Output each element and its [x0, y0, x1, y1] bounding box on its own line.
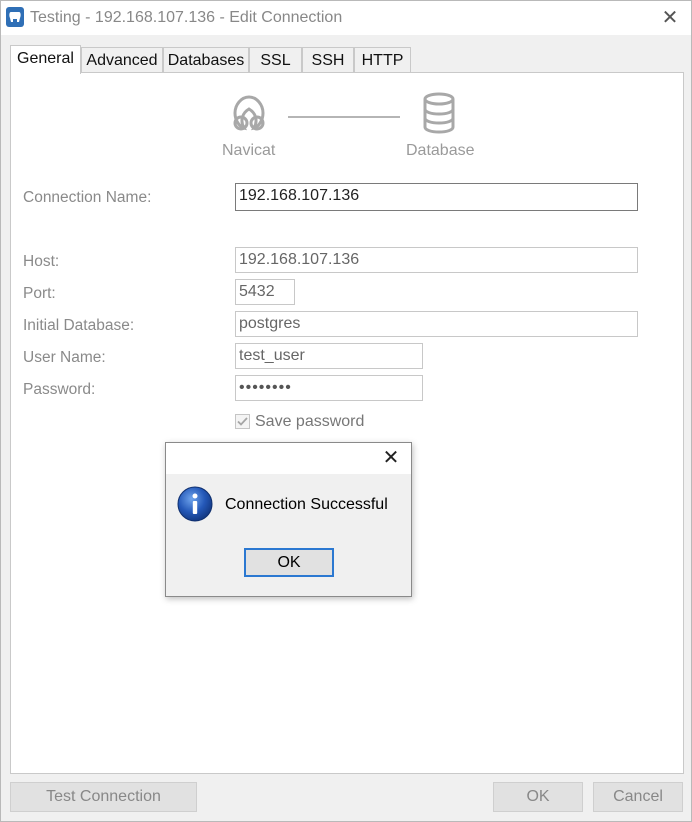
- initial-database-label: Initial Database:: [23, 317, 135, 334]
- host-label: Host:: [23, 253, 60, 270]
- connection-line: [288, 116, 400, 118]
- postgresql-elephant-icon: [6, 7, 24, 27]
- connection-name-label: Connection Name:: [23, 189, 152, 206]
- tab-ssh[interactable]: SSH: [302, 47, 354, 73]
- dialog-ok-button[interactable]: OK: [244, 548, 334, 577]
- checkmark-icon: [237, 417, 248, 426]
- ok-button[interactable]: OK: [493, 782, 583, 812]
- tab-general[interactable]: General: [10, 45, 81, 74]
- connection-name-input[interactable]: 192.168.107.136: [235, 183, 638, 211]
- database-icon: [422, 92, 456, 138]
- info-icon: [176, 485, 214, 527]
- save-password-checkbox[interactable]: [235, 414, 250, 429]
- user-name-label: User Name:: [23, 349, 106, 366]
- dialog-title-bar: ✕: [166, 443, 411, 474]
- user-name-input[interactable]: test_user: [235, 343, 423, 369]
- port-label: Port:: [23, 285, 56, 302]
- window-title: Testing - 192.168.107.136 - Edit Connect…: [30, 9, 343, 26]
- tab-databases[interactable]: Databases: [163, 47, 249, 73]
- close-icon[interactable]: ✕: [659, 7, 681, 29]
- initial-database-input[interactable]: postgres: [235, 311, 638, 337]
- tab-http[interactable]: HTTP: [354, 47, 411, 73]
- port-input[interactable]: 5432: [235, 279, 295, 305]
- connection-successful-dialog: ✕ Connection Successful OK: [165, 442, 412, 597]
- database-label: Database: [406, 142, 475, 159]
- edit-connection-window: Testing - 192.168.107.136 - Edit Connect…: [0, 0, 692, 822]
- cancel-button[interactable]: Cancel: [593, 782, 683, 812]
- navicat-icon: [227, 91, 271, 139]
- save-password-label: Save password: [255, 413, 365, 430]
- dialog-message: Connection Successful: [225, 496, 388, 513]
- tab-advanced[interactable]: Advanced: [81, 47, 163, 73]
- host-input[interactable]: 192.168.107.136: [235, 247, 638, 273]
- test-connection-button[interactable]: Test Connection: [10, 782, 197, 812]
- close-icon[interactable]: ✕: [380, 447, 402, 469]
- password-label: Password:: [23, 381, 96, 398]
- navicat-label: Navicat: [222, 142, 276, 159]
- password-input[interactable]: ••••••••: [235, 375, 423, 401]
- title-bar: Testing - 192.168.107.136 - Edit Connect…: [1, 1, 691, 35]
- tab-ssl[interactable]: SSL: [249, 47, 302, 73]
